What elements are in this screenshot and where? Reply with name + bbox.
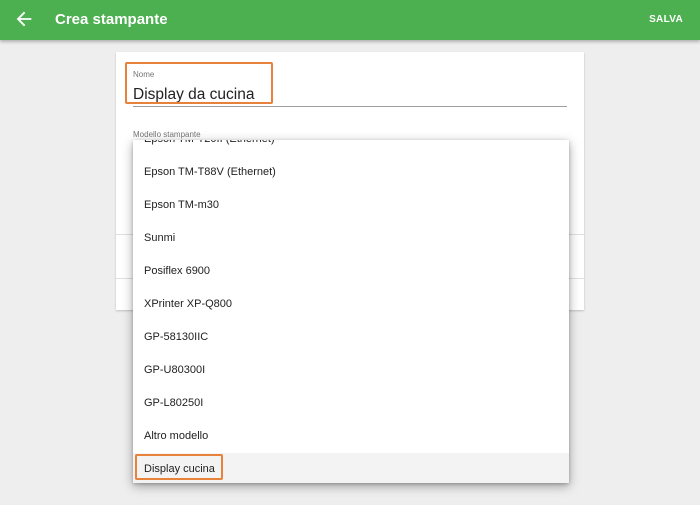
name-field-underline bbox=[133, 106, 567, 107]
printer-option-epson-tm-t88v[interactable]: Epson TM-T88V (Ethernet) bbox=[133, 156, 569, 189]
printer-option-epson-tm-m30[interactable]: Epson TM-m30 bbox=[133, 189, 569, 222]
printer-option-gp-58130iic[interactable]: GP-58130IIC bbox=[133, 321, 569, 354]
selected-option-highlight bbox=[135, 454, 223, 480]
printer-option-xprinter-xp-q800[interactable]: XPrinter XP-Q800 bbox=[133, 288, 569, 321]
printer-option-sunmi[interactable]: Sunmi bbox=[133, 222, 569, 255]
printer-option-gp-u80300i[interactable]: GP-U80300I bbox=[133, 354, 569, 387]
printer-option-posiflex-6900[interactable]: Posiflex 6900 bbox=[133, 255, 569, 288]
app-bar: Crea stampante SALVA bbox=[0, 0, 700, 40]
printer-option-altro-modello[interactable]: Altro modello bbox=[133, 420, 569, 453]
printer-model-dropdown[interactable]: Epson TM-T20II (Ethernet) Epson TM-T88V … bbox=[133, 140, 569, 483]
save-button[interactable]: SALVA bbox=[649, 14, 683, 25]
page-title: Crea stampante bbox=[55, 11, 168, 28]
printer-model-options: Epson TM-T20II (Ethernet) Epson TM-T88V … bbox=[133, 140, 569, 483]
name-field-highlight bbox=[125, 62, 273, 104]
back-arrow-icon[interactable] bbox=[13, 8, 35, 30]
printer-option-epson-tm-t20ii[interactable]: Epson TM-T20II (Ethernet) bbox=[133, 140, 569, 156]
printer-option-gp-l80250i[interactable]: GP-L80250I bbox=[133, 387, 569, 420]
printer-model-label: Modello stampante bbox=[133, 130, 201, 139]
